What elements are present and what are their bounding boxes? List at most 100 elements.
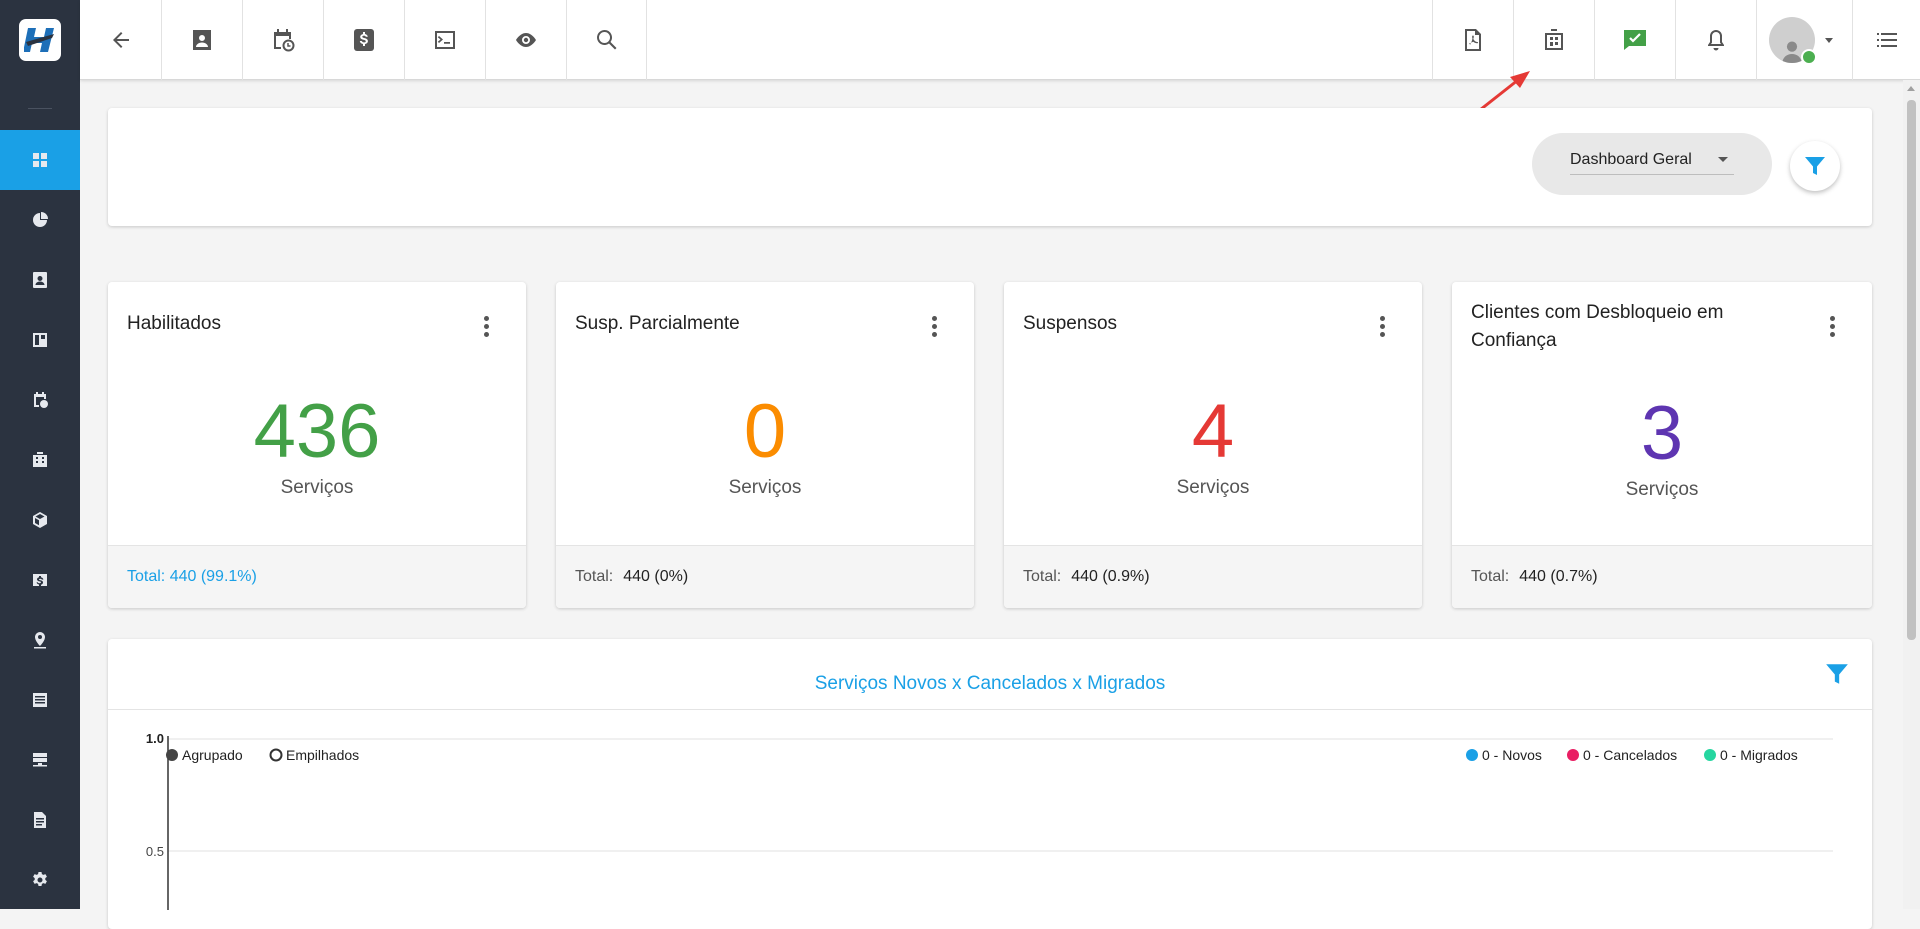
stat-footer: Total: 440 (0.9%): [1004, 545, 1422, 608]
chart-plot: 1.0 0.5 Agrupado Empilhados 0 - Novos 0 …: [146, 731, 1833, 910]
search-icon: [596, 30, 616, 50]
online-status-icon: [1801, 49, 1817, 65]
stat-number: 4: [1191, 389, 1235, 474]
search-button[interactable]: [566, 0, 647, 80]
sidebar-item-products[interactable]: [0, 490, 80, 550]
scroll-up-icon[interactable]: [1907, 86, 1915, 91]
filter-icon: [1805, 157, 1825, 175]
dashboard-select[interactable]: Dashboard Geral: [1570, 145, 1734, 175]
contact-icon: [33, 272, 47, 288]
legend-label-migrados: 0 - Migrados: [1720, 747, 1798, 763]
mode-stacked-label: Empilhados: [286, 747, 359, 763]
sidebar: [0, 0, 80, 909]
sidebar-item-schedule[interactable]: [0, 370, 80, 430]
page-scrollbar[interactable]: [1903, 80, 1920, 909]
user-menu[interactable]: [1756, 0, 1852, 80]
app-logo[interactable]: [0, 0, 80, 80]
sidebar-item-settings[interactable]: [0, 850, 80, 910]
stat-total-label: Total:: [1471, 568, 1510, 585]
chart-title: Serviços Novos x Cancelados x Migrados: [814, 673, 1166, 694]
pdf-icon: [1465, 29, 1481, 51]
list-icon: [33, 693, 47, 707]
finance-button[interactable]: [323, 0, 404, 80]
sidebar-item-finance[interactable]: [0, 550, 80, 610]
schedule-button[interactable]: [242, 0, 323, 80]
stat-title: Clientes com Desbloqueio em Confiança: [1471, 302, 1724, 351]
mode-grouped[interactable]: Agrupado: [166, 747, 243, 763]
stat-footer: Total: 440 (0%): [556, 545, 974, 608]
sidebar-item-list[interactable]: [0, 670, 80, 730]
back-button[interactable]: [80, 0, 161, 80]
sidebar-item-contacts[interactable]: [0, 250, 80, 310]
stat-footer: Total: 440 (0.7%): [1452, 545, 1872, 608]
stat-card-habilitados: Habilitados 436 Serviços Total: 440 (99.…: [108, 282, 526, 608]
sidebar-item-documents[interactable]: [0, 790, 80, 850]
chevron-down-icon: [1825, 37, 1833, 43]
dollar-icon: [354, 29, 374, 51]
more-vert-icon[interactable]: [1380, 316, 1386, 340]
bell-icon: [1708, 30, 1724, 51]
map-pin-icon: [34, 632, 46, 649]
contact-card-icon: [193, 30, 211, 50]
more-vert-icon[interactable]: [484, 316, 490, 340]
stat-unit: Serviços: [280, 477, 354, 498]
legend-novos[interactable]: 0 - Novos: [1466, 747, 1542, 763]
stat-total-label: Total:: [1023, 568, 1062, 585]
tasks-button[interactable]: [1594, 0, 1675, 80]
calendar-clock-icon: [34, 392, 48, 408]
sidebar-item-company[interactable]: [0, 430, 80, 490]
menu-list-icon: [1876, 33, 1897, 47]
y-tick-label-0-5: 0.5: [146, 844, 164, 859]
building-icon: [1545, 29, 1563, 50]
mode-stacked[interactable]: Empilhados: [269, 747, 360, 763]
stat-total-link[interactable]: Total: 440 (99.1%): [127, 568, 257, 586]
filter-icon: [1826, 664, 1848, 684]
sidebar-item-board[interactable]: [0, 310, 80, 370]
sidebar-item-map[interactable]: [0, 610, 80, 670]
more-vert-icon[interactable]: [932, 316, 938, 340]
stat-number: 3: [1640, 391, 1684, 476]
scroll-thumb[interactable]: [1907, 100, 1916, 640]
dashboard-selector[interactable]: Dashboard Geral: [1532, 133, 1772, 195]
pie-chart-icon: [33, 212, 48, 227]
main-menu-button[interactable]: [1852, 0, 1920, 80]
terminal-button[interactable]: [404, 0, 485, 80]
gear-icon: [33, 872, 47, 886]
dollar-icon: [33, 574, 47, 586]
building-icon: [33, 452, 47, 467]
stat-title: Susp. Parcialmente: [575, 313, 740, 334]
chart-filter-button[interactable]: [1824, 661, 1850, 692]
legend-cancelados[interactable]: 0 - Cancelados: [1567, 747, 1677, 763]
dashboard-icon: [33, 153, 47, 167]
legend-dot-cancelados: [1567, 749, 1579, 761]
radio-unselected-icon: [269, 748, 283, 762]
legend-label-cancelados: 0 - Cancelados: [1583, 747, 1677, 763]
dashboard-select-value: Dashboard Geral: [1570, 150, 1692, 168]
sidebar-item-servers[interactable]: [0, 730, 80, 790]
radio-selected-icon: [166, 749, 178, 761]
stat-unit: Serviços: [728, 477, 802, 498]
stat-number: 0: [743, 389, 787, 474]
stat-unit: Serviços: [1176, 477, 1250, 498]
eye-icon: [516, 33, 536, 47]
legend-migrados[interactable]: 0 - Migrados: [1704, 747, 1798, 763]
contacts-button[interactable]: [161, 0, 242, 80]
stat-number: 436: [253, 389, 381, 474]
board-icon: [33, 333, 47, 347]
sidebar-item-dashboard[interactable]: [0, 130, 80, 190]
more-vert-icon[interactable]: [1830, 316, 1836, 340]
mode-grouped-label: Agrupado: [182, 747, 243, 763]
document-icon: [34, 812, 46, 828]
header-filter-button[interactable]: [1790, 141, 1840, 191]
notifications-button[interactable]: [1675, 0, 1756, 80]
sidebar-item-reports[interactable]: [0, 190, 80, 250]
sidebar-divider: [28, 108, 52, 109]
view-button[interactable]: [485, 0, 566, 80]
back-arrow-icon: [112, 32, 129, 48]
top-toolbar: [80, 0, 1920, 80]
chart-card: Serviços Novos x Cancelados x Migrados 1…: [108, 639, 1872, 929]
stat-card-suspensos: Suspensos 4 Serviços Total: 440 (0.9%): [1004, 282, 1422, 608]
stat-card-desbloqueio-confianca: Clientes com Desbloqueio em Confiança 3 …: [1452, 282, 1872, 608]
package-icon: [33, 512, 47, 528]
stat-title: Habilitados: [127, 313, 221, 334]
